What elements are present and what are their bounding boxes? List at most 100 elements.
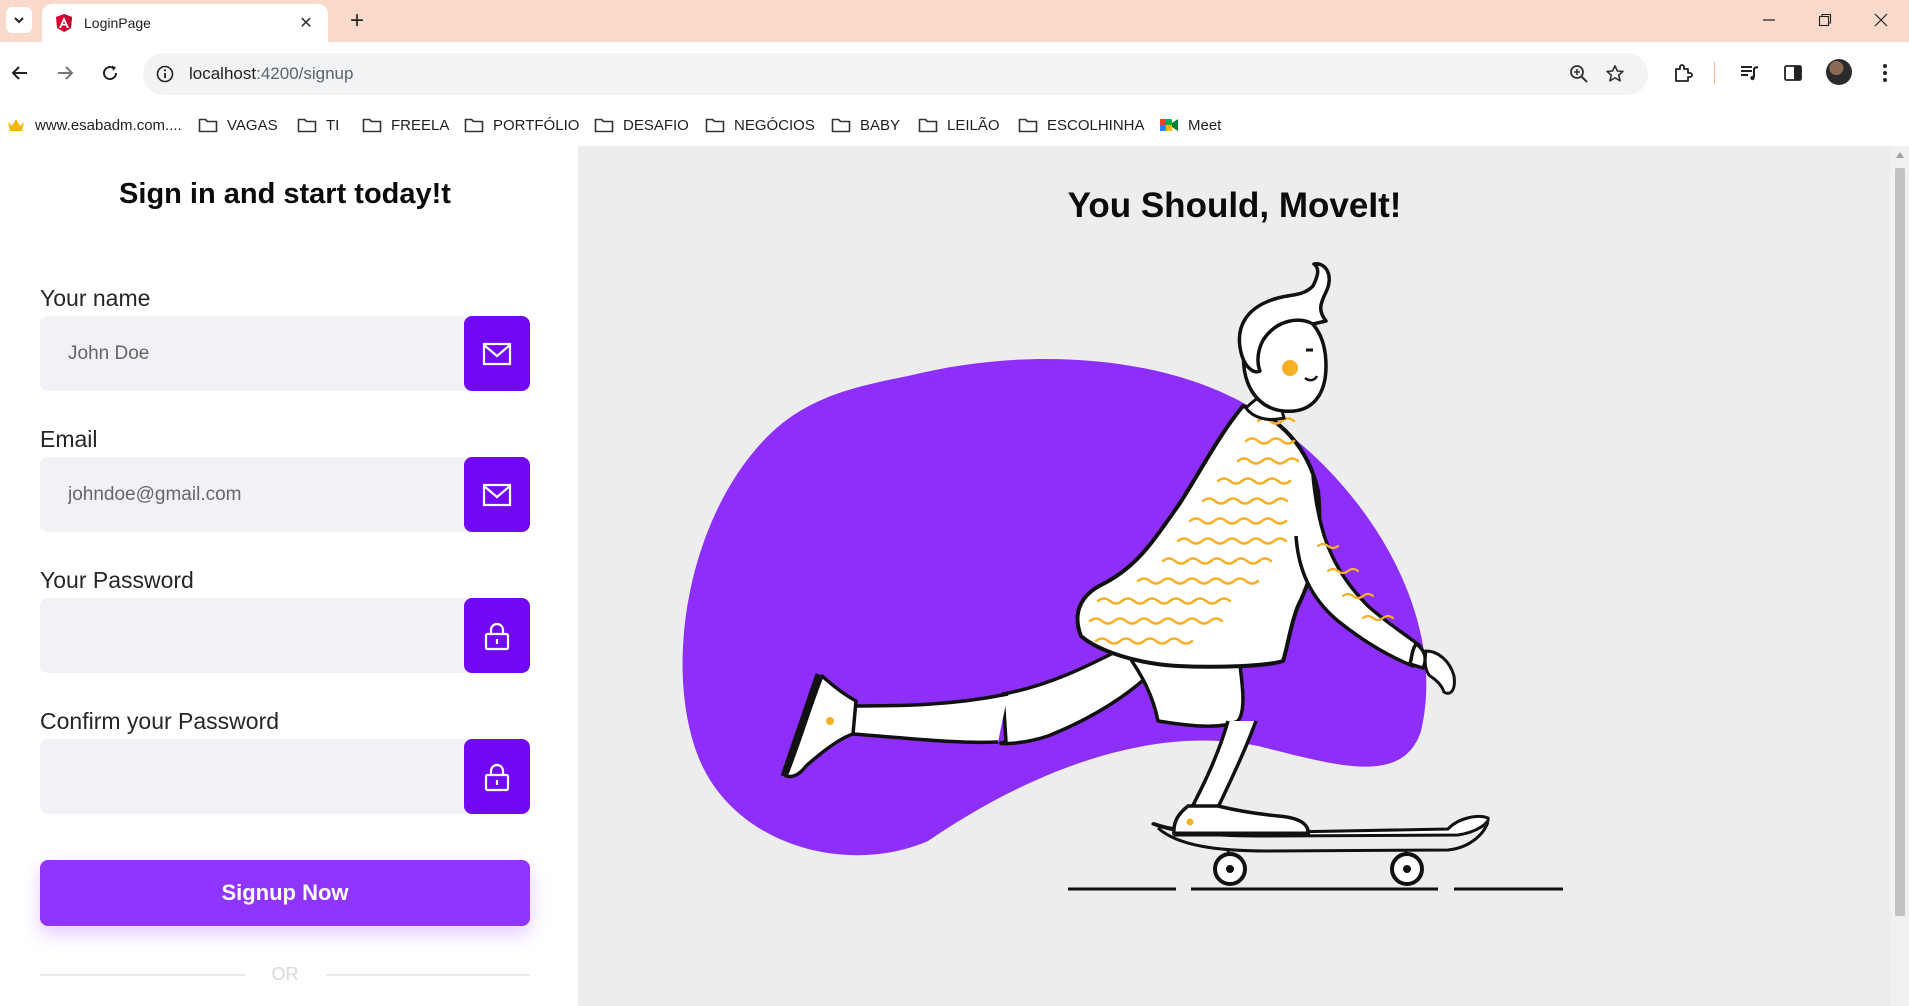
name-field-icon-box — [464, 316, 530, 391]
avatar[interactable] — [1826, 59, 1852, 85]
folder-icon — [362, 116, 382, 134]
bookmarks-bar: www.esabadm.com.... VAGAS TI FREELA PORT… — [0, 106, 1909, 146]
bookmark-folder[interactable]: PORTFÓLIO — [464, 116, 579, 134]
angular-favicon-icon — [56, 14, 72, 32]
shoe-star — [826, 717, 834, 725]
bookmark-label: BABY — [860, 116, 901, 134]
folder-icon — [297, 116, 317, 134]
url-host: localhost — [189, 64, 257, 83]
confirm-password-field-icon-box — [464, 739, 530, 814]
lock-icon — [484, 622, 510, 650]
mail-icon — [482, 483, 512, 506]
forward-icon[interactable] — [50, 58, 80, 88]
url-text: localhost:4200/signup — [189, 64, 353, 84]
skateboard-wheel — [1226, 865, 1234, 873]
shoe-star — [1186, 818, 1194, 826]
window-close-icon[interactable] — [1853, 0, 1909, 40]
bookmark-item[interactable]: www.esabadm.com.... — [6, 116, 182, 134]
browser-tab[interactable]: LoginPage ✕ — [42, 4, 328, 42]
restore-icon[interactable] — [1797, 0, 1853, 40]
site-info-icon[interactable] — [153, 62, 177, 86]
bookmark-item[interactable]: Meet — [1159, 116, 1221, 134]
front-shoe — [1172, 804, 1310, 836]
scroll-up-arrow-icon[interactable] — [1896, 152, 1904, 158]
bookmark-star-icon[interactable] — [1603, 62, 1627, 86]
bookmark-folder[interactable]: BABY — [831, 116, 900, 134]
tab-search-button[interactable] — [6, 7, 32, 33]
url-path: :4200/signup — [256, 64, 354, 83]
email-field-icon-box — [464, 457, 530, 532]
folder-icon — [198, 116, 218, 134]
meet-icon — [1159, 116, 1179, 134]
media-control-icon[interactable] — [1734, 58, 1764, 88]
skateboard-wheel — [1403, 865, 1411, 873]
name-field — [40, 316, 530, 391]
mail-icon — [482, 342, 512, 365]
email-label: Email — [40, 426, 98, 452]
hero-panel: You Should, MoveIt! — [578, 146, 1891, 1006]
bookmark-label: www.esabadm.com.... — [35, 116, 182, 134]
tab-title: LoginPage — [84, 15, 151, 31]
signup-form-panel: Sign in and start today!t Your name Emai… — [0, 146, 578, 1006]
menu-icon[interactable] — [1870, 58, 1900, 88]
back-icon[interactable] — [5, 58, 35, 88]
folder-icon — [705, 116, 725, 134]
lock-icon — [484, 763, 510, 791]
bookmark-label: PORTFÓLIO — [493, 116, 580, 134]
bookmark-label: LEILÃO — [947, 116, 1000, 134]
toolbar-divider — [1714, 62, 1715, 84]
folder-icon — [464, 116, 484, 134]
minimize-icon[interactable] — [1741, 0, 1797, 40]
zoom-icon[interactable] — [1567, 62, 1591, 86]
folder-icon — [831, 116, 851, 134]
confirm-password-input[interactable] — [40, 739, 463, 814]
bookmark-folder[interactable]: VAGAS — [198, 116, 278, 134]
side-panel-icon[interactable] — [1778, 58, 1808, 88]
page-scrollbar[interactable] — [1891, 146, 1909, 1006]
confirm-password-field — [40, 739, 530, 814]
bookmark-label: VAGAS — [227, 116, 278, 134]
or-divider: OR — [40, 962, 530, 986]
form-title: Sign in and start today!t — [119, 178, 451, 210]
bookmark-label: Meet — [1188, 116, 1222, 134]
crown-icon — [6, 116, 26, 134]
password-label: Your Password — [40, 567, 194, 593]
scrollbar-thumb[interactable] — [1895, 168, 1905, 916]
bookmark-label: FREELA — [391, 116, 450, 134]
chevron-down-icon — [14, 17, 24, 24]
password-field — [40, 598, 530, 673]
browser-toolbar: localhost:4200/signup — [0, 42, 1909, 106]
name-input[interactable] — [40, 316, 463, 391]
divider-line-right — [326, 974, 530, 976]
close-icon[interactable]: ✕ — [296, 13, 316, 33]
folder-icon — [1018, 116, 1038, 134]
email-input[interactable] — [40, 457, 463, 532]
password-field-icon-box — [464, 598, 530, 673]
new-tab-button[interactable]: + — [344, 8, 370, 34]
bookmark-label: ESCOLHINHA — [1047, 116, 1145, 134]
address-bar[interactable]: localhost:4200/signup — [143, 53, 1648, 95]
divider-line-left — [40, 974, 245, 976]
bookmark-folder[interactable]: ESCOLHINHA — [1018, 116, 1145, 134]
extensions-icon[interactable] — [1668, 58, 1698, 88]
purple-blob — [682, 358, 1427, 856]
folder-icon — [594, 116, 614, 134]
browser-titlebar: LoginPage ✕ + — [0, 0, 1909, 42]
email-field — [40, 457, 530, 532]
bookmark-folder[interactable]: FREELA — [362, 116, 449, 134]
skateboarder-illustration — [682, 262, 1563, 891]
name-label: Your name — [40, 285, 151, 311]
bookmark-folder[interactable]: DESAFIO — [594, 116, 689, 134]
reload-icon[interactable] — [95, 58, 125, 88]
bookmark-label: TI — [326, 116, 340, 134]
signup-button[interactable]: Signup Now — [40, 860, 530, 926]
bookmark-label: DESAFIO — [623, 116, 689, 134]
bookmark-label: NEGÓCIOS — [734, 116, 815, 134]
password-input[interactable] — [40, 598, 463, 673]
bookmark-folder[interactable]: NEGÓCIOS — [705, 116, 815, 134]
bookmark-folder[interactable]: LEILÃO — [918, 116, 1000, 134]
cheek — [1282, 360, 1298, 376]
bookmark-folder[interactable]: TI — [297, 116, 339, 134]
page-viewport: Sign in and start today!t Your name Emai… — [0, 146, 1909, 1006]
folder-icon — [918, 116, 938, 134]
